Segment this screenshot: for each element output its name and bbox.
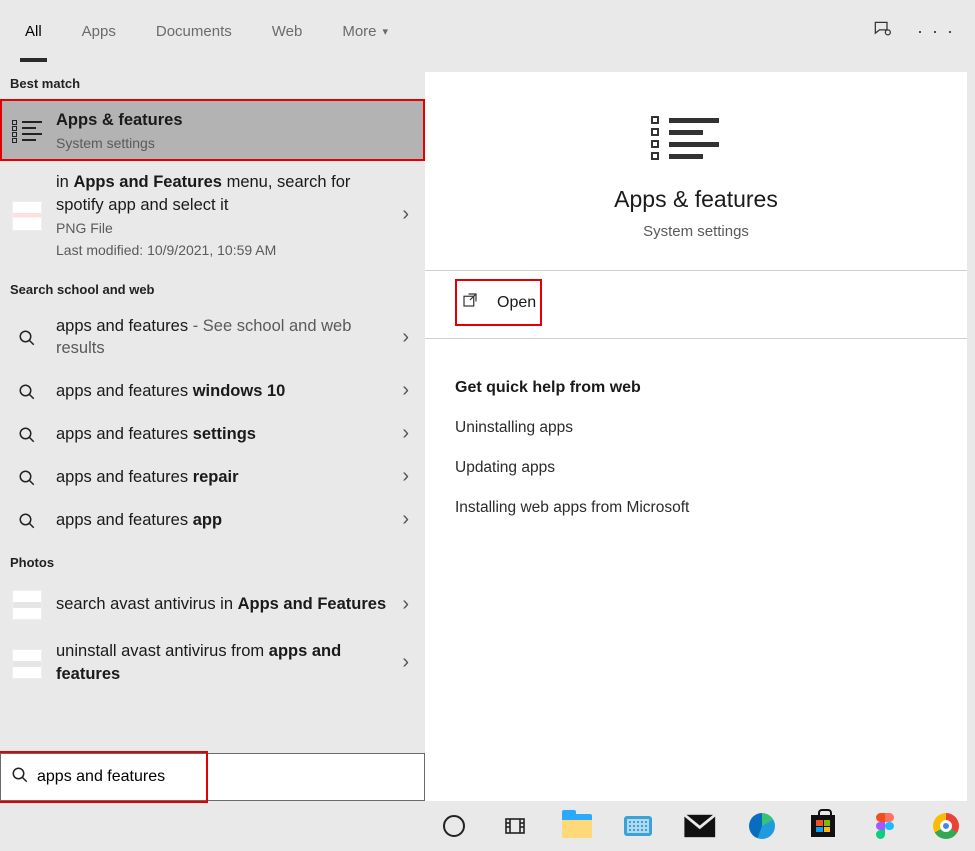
tab-more-label: More [342,23,376,40]
web-suggestion-repair[interactable]: apps and features repair › [0,455,425,498]
suggestion-text: apps and features windows 10 [56,380,386,402]
search-icon [10,510,44,530]
taskbar-file-explorer-icon[interactable] [560,807,594,845]
chevron-right-icon[interactable]: › [398,465,413,488]
search-icon [10,327,44,347]
open-button[interactable]: Open [455,279,542,326]
search-filter-tabs: All Apps Documents Web More ▾ · · · [0,0,975,62]
preview-subtitle: System settings [455,223,937,240]
divider [425,338,967,339]
apps-features-glyph-icon [651,112,741,164]
tab-web[interactable]: Web [267,0,308,62]
photo-result-1[interactable]: search avast antivirus in Apps and Featu… [0,578,425,630]
photo-result-2[interactable]: uninstall avast antivirus from apps and … [0,630,425,695]
result-subtitle: System settings [56,135,413,151]
section-best-match: Best match [0,62,425,99]
feedback-icon[interactable] [872,19,892,43]
result-title: uninstall avast antivirus from apps and … [56,640,386,685]
tab-documents[interactable]: Documents [151,0,237,62]
taskbar-chrome-icon[interactable] [930,807,964,845]
tab-all[interactable]: All [20,0,47,62]
suggestion-text: apps and features app [56,509,386,531]
taskbar-microsoft-store-icon[interactable] [806,807,840,845]
suggestion-text: apps and features - See school and web r… [56,315,386,360]
search-icon [10,467,44,487]
search-box[interactable] [0,753,425,801]
preview-title: Apps & features [455,186,937,213]
result-modified: Last modified: 10/9/2021, 10:59 AM [56,242,386,258]
web-suggestion-base[interactable]: apps and features - See school and web r… [0,305,425,370]
help-link-installing-web-apps[interactable]: Installing web apps from Microsoft [455,499,937,517]
chevron-right-icon[interactable]: › [398,593,413,616]
suggestion-text: apps and features settings [56,423,386,445]
chevron-right-icon[interactable]: › [398,651,413,674]
divider [425,270,967,271]
taskbar-keyboard-app-icon[interactable] [622,807,656,845]
tab-more[interactable]: More ▾ [337,0,393,62]
open-external-icon [461,291,479,314]
settings-list-icon [10,117,44,144]
chevron-right-icon[interactable]: › [398,422,413,445]
chevron-right-icon[interactable]: › [398,508,413,531]
web-suggestion-settings[interactable]: apps and features settings › [0,412,425,455]
section-photos: Photos [0,541,425,578]
section-school-web: Search school and web [0,268,425,305]
help-link-updating[interactable]: Updating apps [455,459,937,477]
taskbar-edge-icon[interactable] [745,807,779,845]
chevron-down-icon: ▾ [383,25,389,38]
chevron-right-icon[interactable]: › [398,379,413,402]
search-icon [10,424,44,444]
preview-panel: Apps & features System settings Open Get… [425,72,967,801]
search-icon [10,381,44,401]
image-thumbnail-icon [10,588,44,620]
help-link-uninstalling[interactable]: Uninstalling apps [455,419,937,437]
search-icon [11,766,29,788]
chevron-right-icon[interactable]: › [398,203,413,226]
web-suggestion-app[interactable]: apps and features app › [0,498,425,541]
result-title: search avast antivirus in Apps and Featu… [56,593,386,615]
suggestion-text: apps and features repair [56,466,386,488]
chevron-right-icon[interactable]: › [398,326,413,349]
taskbar-task-view-icon[interactable] [499,807,533,845]
result-png-file[interactable]: in Apps and Features menu, search for sp… [0,161,425,268]
image-thumbnail-icon [10,647,44,679]
open-label: Open [497,294,536,312]
tab-apps[interactable]: Apps [77,0,121,62]
taskbar-cortana-icon[interactable] [437,807,471,845]
web-suggestion-windows10[interactable]: apps and features windows 10 › [0,369,425,412]
result-title: Apps & features [56,109,413,131]
help-header: Get quick help from web [455,379,937,397]
result-title: in Apps and Features menu, search for sp… [56,171,386,216]
taskbar-mail-icon[interactable] [683,807,717,845]
result-apps-and-features[interactable]: Apps & features System settings [0,99,425,161]
result-filetype: PNG File [56,220,386,236]
image-thumbnail-icon [10,199,44,231]
more-options-icon[interactable]: · · · [917,21,955,42]
taskbar [425,801,975,851]
taskbar-figma-icon[interactable] [868,807,902,845]
search-input[interactable] [29,768,414,786]
